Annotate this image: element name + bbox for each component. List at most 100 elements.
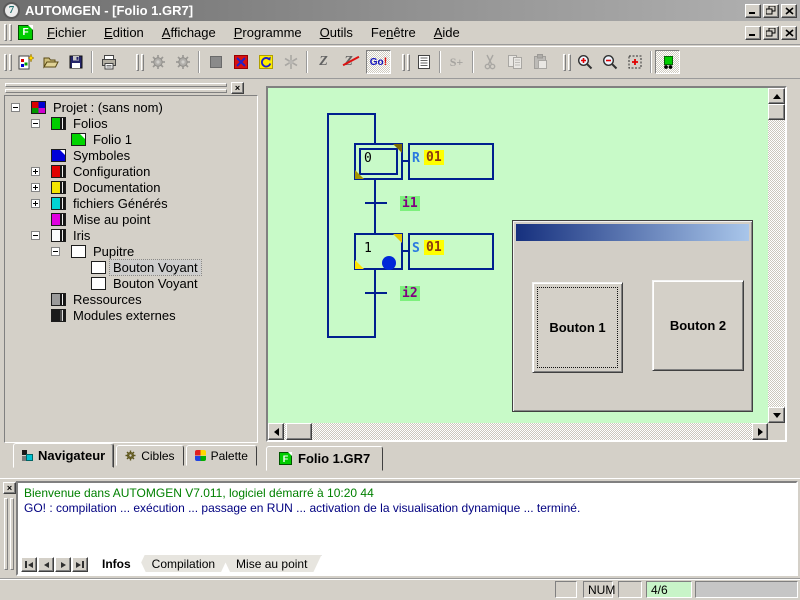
horizontal-scroll-thumb[interactable]: [286, 423, 312, 440]
collapse-icon[interactable]: [31, 231, 40, 240]
step-1-number[interactable]: 1: [364, 241, 372, 256]
tree-item-folio1[interactable]: Folio 1: [5, 131, 257, 147]
menu-programme[interactable]: Programme: [225, 23, 311, 42]
toolbar-grip[interactable]: [141, 54, 144, 71]
pupitre-title-bar[interactable]: [516, 224, 749, 241]
menubar-grip[interactable]: [9, 24, 12, 41]
scroll-down-button[interactable]: [768, 407, 785, 423]
yellow-refresh-button[interactable]: [253, 50, 278, 74]
scroll-right-button[interactable]: [752, 423, 768, 440]
tree-item-projet[interactable]: Projet : (sans nom): [5, 99, 257, 115]
toolbar-grip[interactable]: [402, 54, 405, 71]
transition-0-label[interactable]: i1: [400, 196, 420, 211]
tree-item-pupitre[interactable]: Pupitre: [5, 243, 257, 259]
next-page-button[interactable]: [55, 557, 71, 572]
tree-item-configuration[interactable]: Configuration: [5, 163, 257, 179]
toolbar-grip[interactable]: [9, 54, 12, 71]
bouton-1[interactable]: Bouton 1: [532, 282, 623, 373]
tree-item-fichiers-generes[interactable]: fichiers Générés: [5, 195, 257, 211]
log-tab-mise-au-point[interactable]: Mise au point: [222, 555, 321, 572]
previous-page-button[interactable]: [38, 557, 54, 572]
tab-navigateur[interactable]: Navigateur: [13, 443, 114, 468]
panel-grip[interactable]: [5, 83, 227, 87]
tab-cibles[interactable]: Cibles: [116, 445, 183, 466]
expand-icon[interactable]: [31, 167, 40, 176]
menu-fenetre[interactable]: Fenêtre: [362, 23, 425, 42]
tree-item-bouton-voyant-1[interactable]: Bouton Voyant: [5, 259, 257, 275]
action-1-qualifier[interactable]: S: [412, 241, 420, 256]
panel-grip[interactable]: [5, 89, 227, 93]
tree-item-bouton-voyant-2[interactable]: Bouton Voyant: [5, 275, 257, 291]
red-cross-square-button[interactable]: [228, 50, 253, 74]
zoom-out-button[interactable]: [597, 50, 622, 74]
menu-fichier[interactable]: Fichier: [38, 23, 95, 42]
cut-button[interactable]: [477, 50, 502, 74]
scroll-left-button[interactable]: [268, 423, 284, 440]
pupitre-window[interactable]: Bouton 1 Bouton 2: [512, 220, 753, 412]
scroll-up-button[interactable]: [768, 88, 785, 104]
snowflake-freeze-button[interactable]: [278, 50, 303, 74]
step-0-number[interactable]: 0: [364, 151, 372, 166]
mdi-minimize-button[interactable]: [745, 26, 761, 40]
scrollbar-track[interactable]: [268, 423, 768, 440]
zoom-selection-button[interactable]: [622, 50, 647, 74]
tree-item-folios[interactable]: Folios: [5, 115, 257, 131]
tab-folio1-gr7[interactable]: F Folio 1.GR7: [266, 446, 383, 471]
grafcet-canvas[interactable]: 0 1 R 01 S 01 i1 i2 Bouton 1 Bouton 2: [268, 88, 768, 423]
bouton-2[interactable]: Bouton 2: [652, 280, 744, 371]
new-project-button[interactable]: [13, 50, 38, 74]
vertical-scroll-thumb[interactable]: [768, 104, 785, 120]
horizontal-scrollbar[interactable]: [268, 423, 768, 440]
tree-item-documentation[interactable]: Documentation: [5, 179, 257, 195]
print-button[interactable]: [96, 50, 121, 74]
toolbar-grip[interactable]: [407, 54, 410, 71]
tab-palette[interactable]: Palette: [186, 445, 257, 466]
log-close-button[interactable]: ×: [3, 482, 16, 494]
go-button[interactable]: Go!: [366, 50, 391, 74]
s-plus-button[interactable]: S+: [444, 50, 469, 74]
menu-aide[interactable]: Aide: [425, 23, 469, 42]
action-1-operand[interactable]: 01: [424, 240, 444, 255]
log-tab-infos[interactable]: Infos: [88, 555, 145, 572]
tree-item-mise-au-point[interactable]: Mise au point: [5, 211, 257, 227]
first-page-button[interactable]: [21, 557, 37, 572]
expand-icon[interactable]: [31, 183, 40, 192]
action-0-qualifier[interactable]: R: [412, 151, 420, 166]
transition-1-label[interactable]: i2: [400, 286, 420, 301]
menubar-grip[interactable]: [4, 24, 7, 41]
tree-item-modules-externes[interactable]: Modules externes: [5, 307, 257, 323]
collapse-icon[interactable]: [31, 119, 40, 128]
toolbar-grip[interactable]: [136, 54, 139, 71]
toolbar-grip[interactable]: [4, 54, 7, 71]
menu-outils[interactable]: Outils: [311, 23, 362, 42]
green-cube-run-button[interactable]: [655, 50, 680, 74]
save-button[interactable]: [63, 50, 88, 74]
scrollbar-track[interactable]: [768, 88, 785, 423]
open-button[interactable]: [38, 50, 63, 74]
collapse-icon[interactable]: [11, 103, 20, 112]
z-step-button[interactable]: Z: [311, 50, 336, 74]
restore-button[interactable]: [763, 4, 779, 18]
close-button[interactable]: [781, 4, 797, 18]
log-grip[interactable]: [10, 498, 14, 570]
gear-compile-1-button[interactable]: [145, 50, 170, 74]
document-system-icon[interactable]: F: [18, 25, 33, 40]
toolbar-grip[interactable]: [568, 54, 571, 71]
expand-icon[interactable]: [31, 199, 40, 208]
minimize-button[interactable]: [745, 4, 761, 18]
zoom-in-button[interactable]: [572, 50, 597, 74]
paste-button[interactable]: [527, 50, 552, 74]
menu-edition[interactable]: Edition: [95, 23, 153, 42]
tree-item-iris[interactable]: Iris: [5, 227, 257, 243]
log-tab-compilation[interactable]: Compilation: [138, 555, 229, 572]
tree-item-ressources[interactable]: Ressources: [5, 291, 257, 307]
log-grip[interactable]: [4, 498, 8, 570]
toolbar-grip[interactable]: [563, 54, 566, 71]
mdi-close-button[interactable]: [781, 26, 797, 40]
gear-compile-2-button[interactable]: [170, 50, 195, 74]
list-button[interactable]: [411, 50, 436, 74]
tree-item-symboles[interactable]: Symboles: [5, 147, 257, 163]
mdi-restore-button[interactable]: [763, 26, 779, 40]
last-page-button[interactable]: [72, 557, 88, 572]
action-0-operand[interactable]: 01: [424, 150, 444, 165]
